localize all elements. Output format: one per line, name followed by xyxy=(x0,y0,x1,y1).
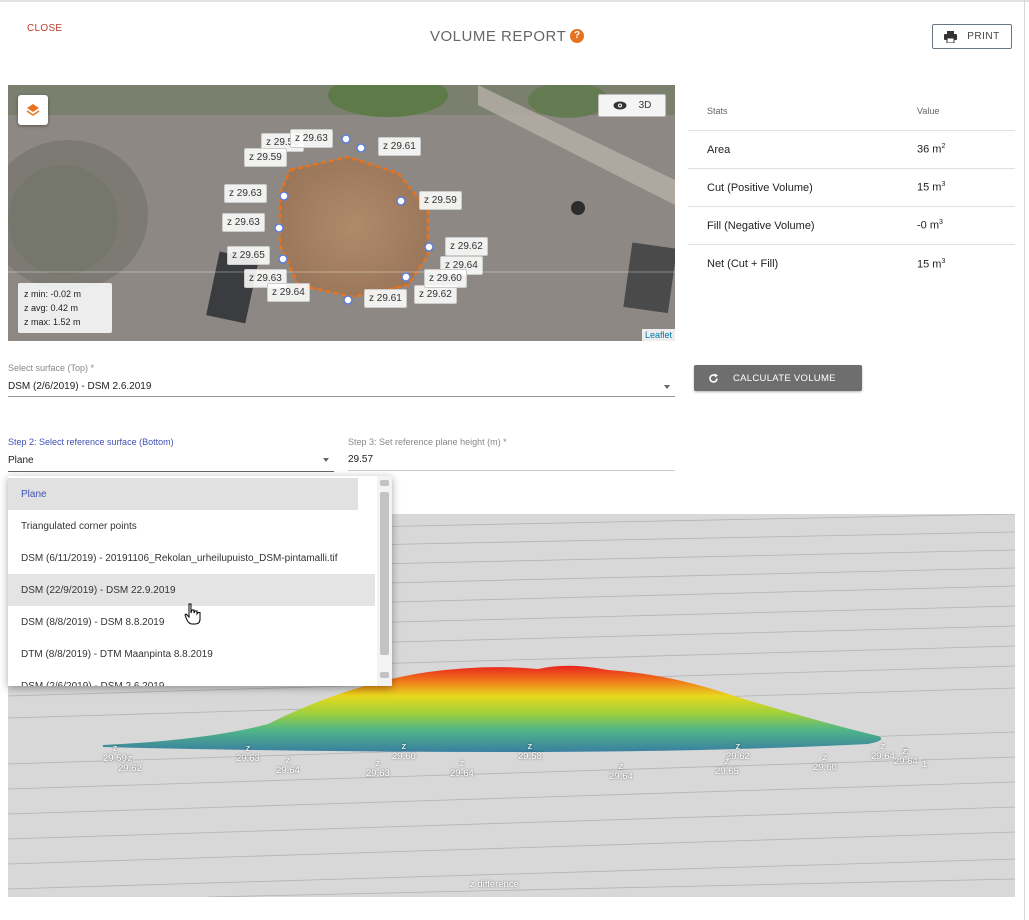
right-divider xyxy=(1024,0,1025,920)
stat-label: Area xyxy=(707,143,731,156)
toggle-3d-label: 3D xyxy=(638,100,652,111)
calculate-volume-label: CALCULATE VOLUME xyxy=(733,372,836,384)
dropdown-option[interactable]: DSM (22/9/2019) - DSM 22.9.2019 xyxy=(8,574,375,606)
stats-column-header: Stats xyxy=(707,106,728,116)
3d-point-label: z 29.58 xyxy=(518,741,542,762)
3d-point-label: z 29.63 xyxy=(236,743,260,764)
top-surface-underline xyxy=(8,396,675,397)
reference-surface-underline xyxy=(8,471,334,472)
plane-height-label: Step 3: Set reference plane height (m) * xyxy=(348,437,507,447)
3d-point-label: z 29.63 xyxy=(366,758,390,779)
map-point-label: z 29.64 xyxy=(267,283,310,302)
chevron-down-icon[interactable] xyxy=(664,385,670,389)
dropdown-scrollbar[interactable] xyxy=(377,476,392,686)
dropdown-option[interactable]: Triangulated corner points xyxy=(8,510,375,542)
stats-row-area: Area 36 m2 xyxy=(688,131,1015,169)
close-button[interactable]: CLOSE xyxy=(27,23,62,34)
stats-header-row: Stats Value xyxy=(688,92,1015,131)
map-point-label: z 29.61 xyxy=(364,289,407,308)
chevron-down-icon[interactable] xyxy=(323,458,329,462)
dropdown-option[interactable]: Plane xyxy=(8,478,358,510)
z-max-stat: z max: 1.52 m xyxy=(24,317,81,327)
3d-point-label: z 29.64 xyxy=(450,758,474,779)
calculate-volume-button[interactable]: CALCULATE VOLUME xyxy=(694,365,862,391)
scroll-down-arrow-icon[interactable] xyxy=(380,672,389,678)
dropdown-option[interactable]: DTM (8/8/2019) - DTM Maanpinta 8.8.2019 xyxy=(8,638,375,670)
map-point-label: z 29.59 xyxy=(244,148,287,167)
top-surface-select[interactable]: DSM (2/6/2019) - DSM 2.6.2019 xyxy=(8,381,151,392)
stats-row-fill: Fill (Negative Volume) -0 m3 xyxy=(688,207,1015,245)
layers-button[interactable] xyxy=(18,95,48,125)
eye-icon xyxy=(613,101,627,110)
stat-label: Cut (Positive Volume) xyxy=(707,181,813,194)
3d-point-label: 1 xyxy=(922,759,928,770)
dropdown-option[interactable]: DSM (6/11/2019) - 20191106_Rekolan_urhei… xyxy=(8,542,375,574)
map-point-label: z 29.63 xyxy=(290,129,333,148)
page-title: VOLUME REPORT xyxy=(430,28,567,45)
dropdown-option[interactable]: DSM (2/6/2019) - DSM 2.6.2019 xyxy=(8,670,375,687)
reference-surface-dropdown[interactable]: Plane Triangulated corner points DSM (6/… xyxy=(8,476,392,686)
3d-point-label: z xyxy=(902,746,907,757)
3d-point-label: z 29.65 xyxy=(715,756,739,777)
reference-surface-select[interactable]: Plane xyxy=(8,455,34,466)
printer-icon xyxy=(944,30,958,43)
map-point-label: z 29.59 xyxy=(419,191,462,210)
z-stats-box: z min: -0.02 m z avg: 0.42 m z max: 1.52… xyxy=(18,283,112,333)
reference-surface-label: Step 2: Select reference surface (Bottom… xyxy=(8,437,174,447)
stat-value: -0 m3 xyxy=(917,219,943,232)
plane-height-input[interactable]: 29.57 xyxy=(348,454,373,465)
map-point-label: z 29.65 xyxy=(227,246,270,265)
z-min-stat: z min: -0.02 m xyxy=(24,289,82,299)
z-difference-axis-label: z difference xyxy=(470,879,519,890)
map-point-label: z 29.60 xyxy=(424,269,467,288)
hand-cursor-icon xyxy=(184,603,201,625)
3d-point-label: z 29.60 xyxy=(813,752,837,773)
stat-label: Fill (Negative Volume) xyxy=(707,219,815,232)
top-divider xyxy=(0,0,1029,2)
3d-point-label: z 29.64 xyxy=(276,755,300,776)
toggle-3d-button[interactable]: 3D xyxy=(598,94,666,117)
3d-point-label: z 29.64 xyxy=(871,741,895,762)
scroll-up-arrow-icon[interactable] xyxy=(380,480,389,486)
stat-value: 15 m3 xyxy=(917,181,946,194)
print-label: PRINT xyxy=(967,31,1000,42)
map-point-label: z 29.62 xyxy=(445,237,488,256)
z-avg-stat: z avg: 0.42 m xyxy=(24,303,79,313)
scrollbar-thumb[interactable] xyxy=(380,492,389,655)
map-point-label: z 29.61 xyxy=(378,137,421,156)
stats-row-net: Net (Cut + Fill) 15 m3 xyxy=(688,245,1015,283)
refresh-icon xyxy=(709,373,718,383)
map-point-label: z 29.63 xyxy=(224,184,267,203)
top-surface-label: Select surface (Top) * xyxy=(8,363,95,373)
3d-point-label: z 29.62 xyxy=(118,753,142,774)
value-column-header: Value xyxy=(917,106,940,116)
stat-value: 36 m2 xyxy=(917,143,946,156)
map-point-label: z 29.63 xyxy=(222,213,265,232)
stat-value: 15 m3 xyxy=(917,257,946,271)
plane-height-underline xyxy=(348,470,675,471)
map-view[interactable]: 3D z 29.56 z 29.63 z 29.59 z 29.61 z 29.… xyxy=(8,85,675,341)
print-button[interactable]: PRINT xyxy=(932,24,1012,49)
layers-icon xyxy=(26,104,40,116)
stats-row-cut: Cut (Positive Volume) 15 m3 xyxy=(688,169,1015,207)
stats-table: Stats Value Area 36 m2 Cut (Positive Vol… xyxy=(688,92,1015,283)
help-icon[interactable]: ? xyxy=(570,29,584,43)
leaflet-attribution-link[interactable]: Leaflet xyxy=(641,329,675,341)
3d-point-label: z 29.60 xyxy=(392,741,416,762)
stat-label: Net (Cut + Fill) xyxy=(707,258,779,270)
3d-point-label: z 29.64 xyxy=(609,761,633,782)
